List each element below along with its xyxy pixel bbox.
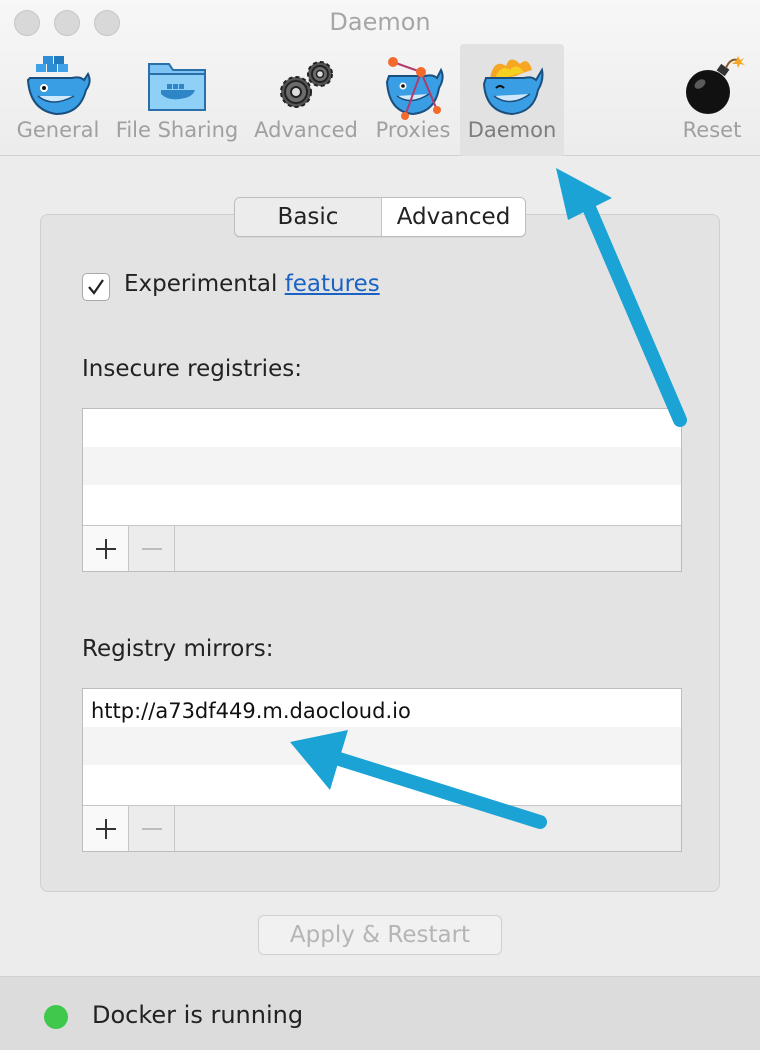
- folder-whale-icon: [148, 63, 206, 111]
- insecure-registries-label: Insecure registries:: [82, 356, 302, 382]
- window-title: Daemon: [329, 8, 431, 36]
- status-bar: Docker is running: [0, 976, 760, 1050]
- list-row[interactable]: [83, 447, 681, 485]
- apply-restart-button[interactable]: Apply & Restart: [258, 915, 502, 955]
- experimental-label: Experimental features: [124, 271, 380, 297]
- registry-mirrors-label: Registry mirrors:: [82, 636, 274, 662]
- registry-mirrors-list[interactable]: http://a73df449.m.daocloud.io: [82, 688, 682, 852]
- add-insecure-registry-button[interactable]: [83, 526, 129, 571]
- add-registry-mirror-button[interactable]: [83, 806, 129, 851]
- toolbar-advanced[interactable]: Advanced: [252, 44, 360, 156]
- list-row[interactable]: [83, 765, 681, 803]
- toolbar-label: Reset: [682, 118, 742, 142]
- remove-insecure-registry-button[interactable]: [129, 526, 175, 571]
- bomb-icon: [686, 56, 745, 114]
- checkmark-icon: [88, 279, 104, 295]
- toolbar-label: Proxies: [375, 118, 451, 142]
- flame-whale-icon: [482, 59, 544, 116]
- toolbar-reset[interactable]: Reset: [672, 44, 752, 156]
- status-indicator-icon: [44, 1005, 68, 1029]
- list-row[interactable]: [83, 727, 681, 765]
- toolbar-file-sharing[interactable]: File Sharing: [114, 44, 240, 156]
- list-row[interactable]: [83, 485, 681, 523]
- features-link[interactable]: features: [285, 271, 380, 297]
- list-row[interactable]: [83, 409, 681, 447]
- experimental-text: Experimental: [124, 271, 278, 297]
- toolbar-general[interactable]: General: [10, 44, 106, 156]
- toolbar-proxies[interactable]: Proxies: [368, 44, 458, 156]
- toolbar-label: Daemon: [467, 118, 557, 142]
- tab-basic[interactable]: Basic: [235, 198, 382, 236]
- tab-advanced[interactable]: Advanced: [382, 198, 525, 236]
- experimental-checkbox[interactable]: [82, 273, 110, 301]
- list-row[interactable]: http://a73df449.m.daocloud.io: [83, 689, 681, 727]
- docker-whale-icon: [26, 56, 91, 116]
- gears-icon: [280, 61, 333, 108]
- status-text: Docker is running: [92, 1001, 304, 1029]
- insecure-registries-list[interactable]: [82, 408, 682, 572]
- toolbar-label: File Sharing: [115, 118, 239, 142]
- remove-registry-mirror-button[interactable]: [129, 806, 175, 851]
- toolbar: Daemon General File Sharing Advanced Pro…: [0, 0, 760, 156]
- list-controls: [83, 525, 681, 571]
- toolbar-daemon[interactable]: Daemon: [460, 44, 564, 156]
- list-controls: [83, 805, 681, 851]
- toolbar-label: General: [16, 118, 100, 142]
- proxy-whale-icon: [385, 57, 444, 120]
- toolbar-label: Advanced: [254, 118, 358, 142]
- mode-segmented-control: Basic Advanced: [234, 197, 526, 237]
